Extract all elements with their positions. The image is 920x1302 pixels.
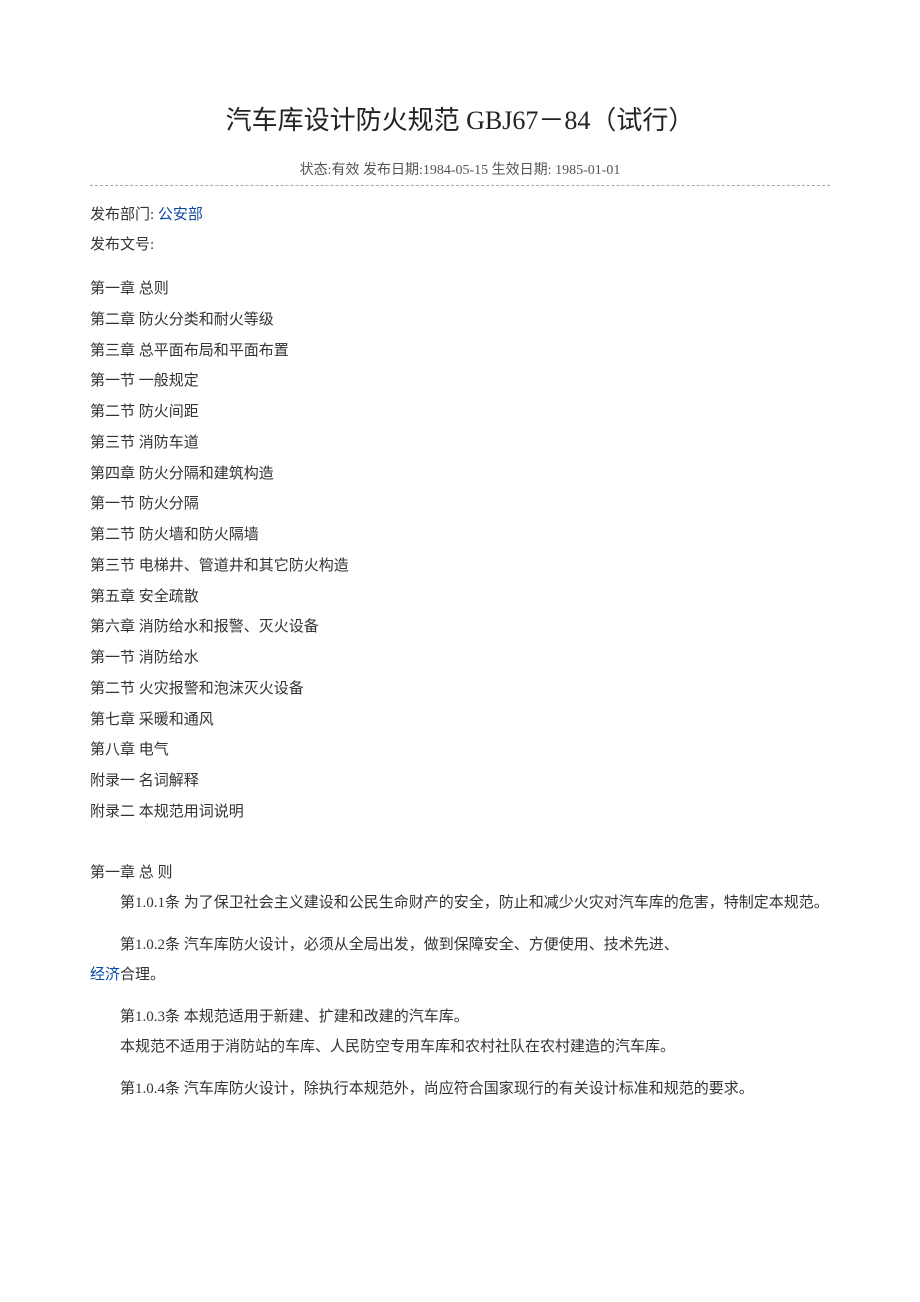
article-1-0-1: 第1.0.1条 为了保卫社会主义建设和公民生命财产的安全，防止和减少火灾对汽车库… [90,888,830,918]
toc-item: 第一章 总则 [90,274,830,305]
toc-item: 第六章 消防给水和报警、灭火设备 [90,612,830,643]
toc-item: 第一节 防火分隔 [90,489,830,520]
toc-item: 第三章 总平面布局和平面布置 [90,336,830,367]
toc-item: 第五章 安全疏散 [90,582,830,613]
toc-item: 附录一 名词解释 [90,766,830,797]
chapter-1-heading: 第一章 总 则 [90,858,830,888]
publish-docno-line: 发布文号: [90,230,830,260]
toc-item: 第四章 防火分隔和建筑构造 [90,459,830,490]
document-page: 汽车库设计防火规范 GBJ67－84（试行） 状态:有效 发布日期:1984-0… [0,0,920,1176]
article-text: 第1.0.4条 汽车库防火设计，除执行本规范外，尚应符合国家现行的有关设计标准和… [90,1074,830,1104]
table-of-contents: 第一章 总则 第二章 防火分类和耐火等级 第三章 总平面布局和平面布置 第一节 … [90,274,830,828]
article-text: 第1.0.2条 汽车库防火设计，必须从全局出发，做到保障安全、方便使用、技术先进… [90,930,830,960]
toc-item: 第二节 防火墙和防火隔墙 [90,520,830,551]
article-text-pre: 第1.0.2条 汽车库防火设计，必须从全局出发，做到保障安全、方便使用、技术先进… [120,937,679,953]
toc-item: 第二节 火灾报警和泡沫灭火设备 [90,674,830,705]
publish-dept-link[interactable]: 公安部 [158,207,203,223]
document-title: 汽车库设计防火规范 GBJ67－84（试行） [90,100,830,137]
article-1-0-2: 第1.0.2条 汽车库防火设计，必须从全局出发，做到保障安全、方便使用、技术先进… [90,930,830,990]
toc-item: 第三节 电梯井、管道井和其它防火构造 [90,551,830,582]
toc-item: 第八章 电气 [90,735,830,766]
toc-item: 第一节 消防给水 [90,643,830,674]
article-text-cont: 经济合理。 [90,960,830,990]
toc-item: 第七章 采暖和通风 [90,705,830,736]
toc-item: 第二章 防火分类和耐火等级 [90,305,830,336]
article-1-0-4: 第1.0.4条 汽车库防火设计，除执行本规范外，尚应符合国家现行的有关设计标准和… [90,1074,830,1104]
divider [90,185,830,186]
toc-item: 第二节 防火间距 [90,397,830,428]
status-line: 状态:有效 发布日期:1984-05-15 生效日期: 1985-01-01 [90,159,830,179]
publish-docno-label: 发布文号: [90,237,154,253]
article-1-0-3: 第1.0.3条 本规范适用于新建、扩建和改建的汽车库。 本规范不适用于消防站的车… [90,1002,830,1062]
article-text: 本规范不适用于消防站的车库、人民防空专用车库和农村社队在农村建造的汽车库。 [90,1032,830,1062]
toc-item: 附录二 本规范用词说明 [90,797,830,828]
publish-dept-label: 发布部门: [90,207,158,223]
economy-link[interactable]: 经济 [90,967,120,983]
article-text-post: 合理。 [120,967,165,983]
article-text: 第1.0.1条 为了保卫社会主义建设和公民生命财产的安全，防止和减少火灾对汽车库… [90,888,830,918]
article-text: 第1.0.3条 本规范适用于新建、扩建和改建的汽车库。 [90,1002,830,1032]
publish-dept-line: 发布部门: 公安部 [90,200,830,230]
toc-item: 第三节 消防车道 [90,428,830,459]
toc-item: 第一节 一般规定 [90,366,830,397]
